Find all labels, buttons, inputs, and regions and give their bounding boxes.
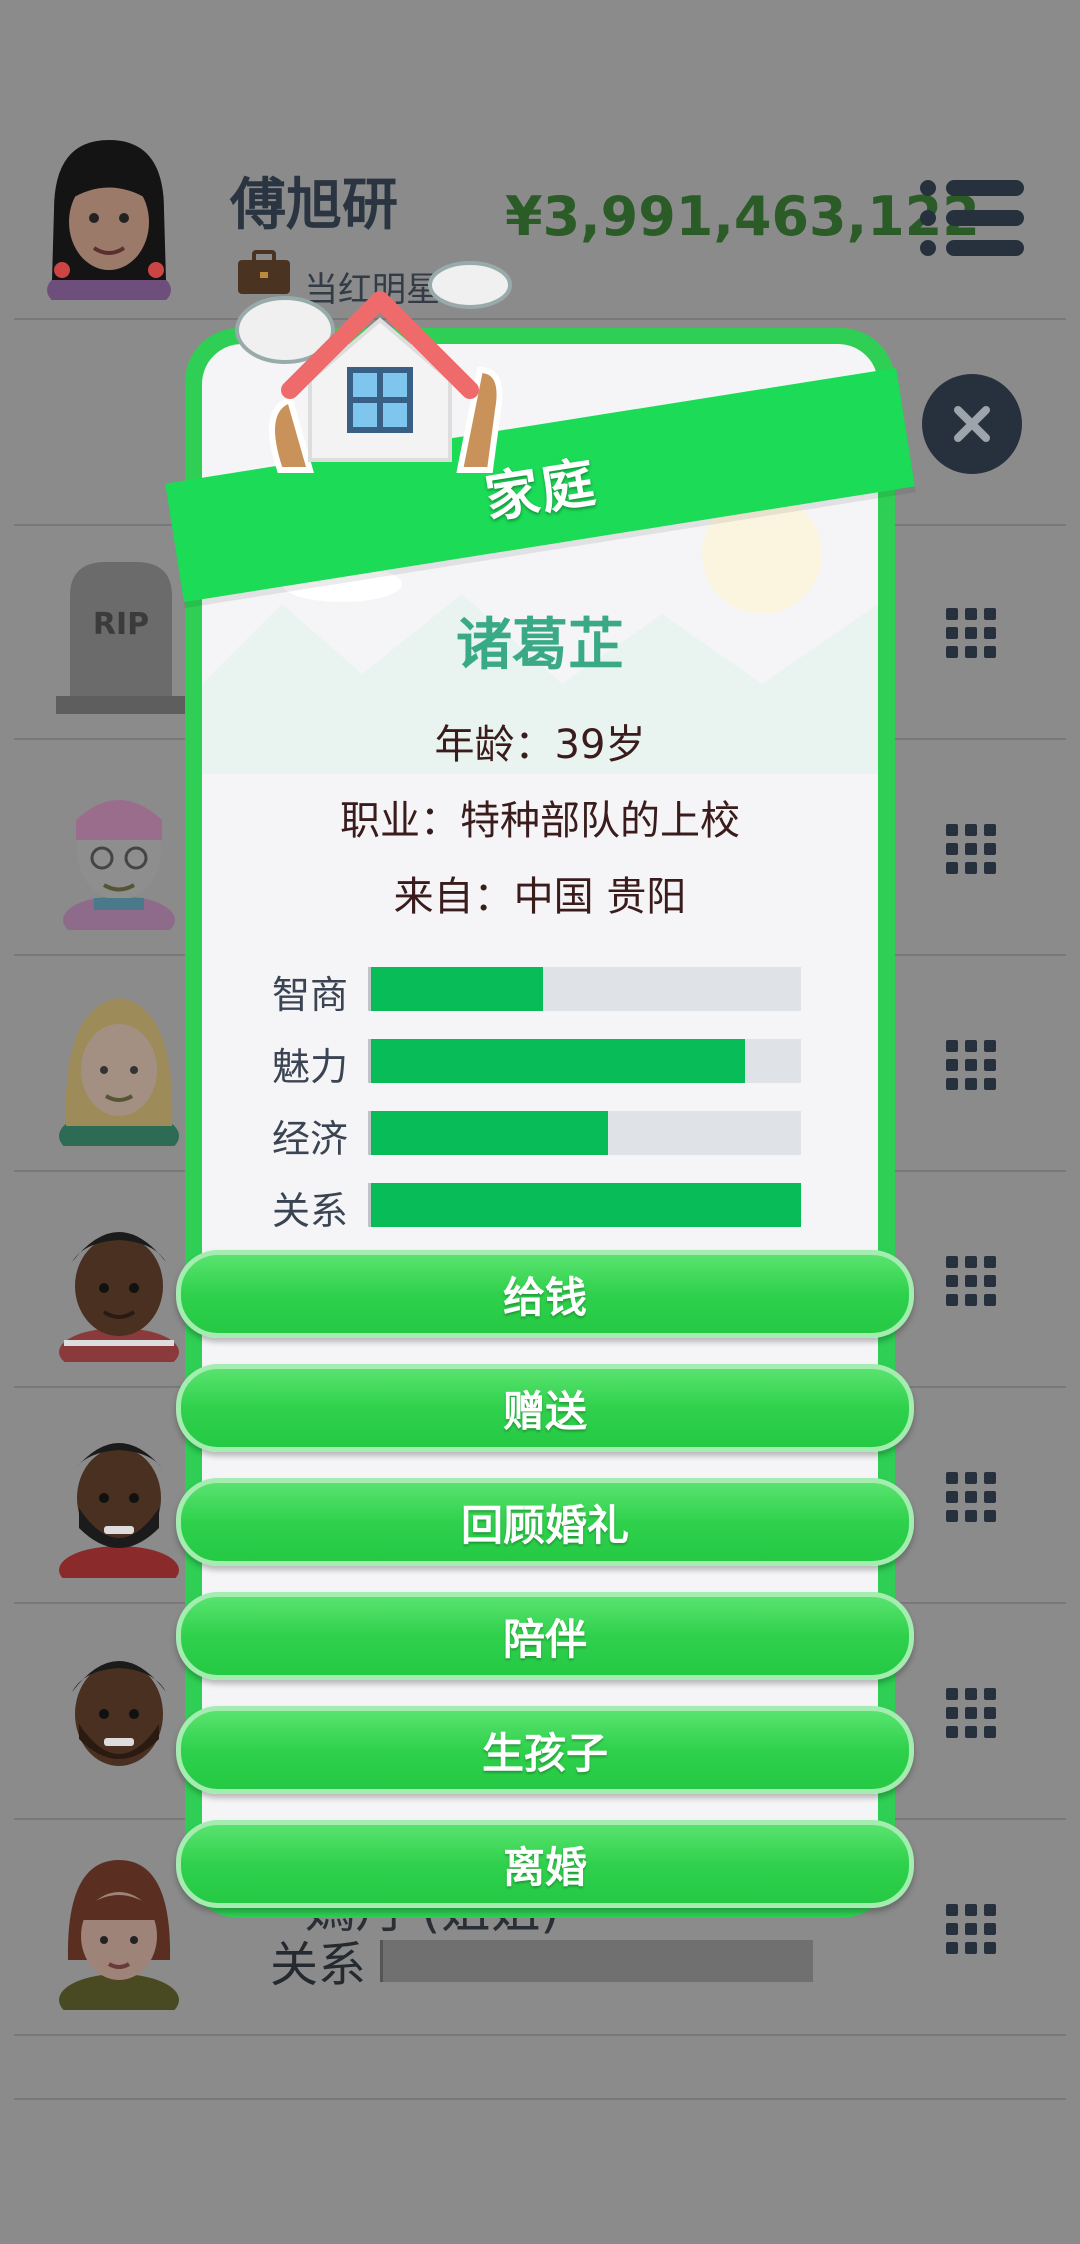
spouse-age: 年龄：39岁 [434, 722, 646, 768]
accompany-label: 陪伴 [502, 1614, 587, 1664]
review-wedding-label: 回顾婚礼 [460, 1500, 629, 1550]
spouse-name: 诸葛芷 [456, 613, 624, 678]
stat-fill-iq [371, 967, 543, 1011]
have-child-button[interactable]: 生孩子 [176, 1706, 914, 1794]
relation-bar [380, 1940, 813, 1982]
stat-bar-iq [368, 967, 801, 1011]
options-grid-icon[interactable] [946, 1040, 996, 1090]
options-grid-icon[interactable] [946, 1688, 996, 1738]
family-avatar [59, 1443, 179, 1578]
review-wedding-button[interactable]: 回顾婚礼 [176, 1478, 914, 1566]
stat-fill-charm [371, 1039, 746, 1083]
give-money-label: 给钱 [502, 1272, 587, 1322]
spouse-origin: 来自：中国 贵阳 [393, 874, 687, 920]
family-avatar [59, 1232, 179, 1362]
svg-text:RIP: RIP [93, 607, 149, 642]
row-divider [14, 2098, 1066, 2100]
family-avatar [63, 800, 175, 930]
options-grid-icon[interactable] [946, 608, 996, 658]
give-money-button[interactable]: 给钱 [176, 1250, 914, 1338]
family-avatar [59, 998, 179, 1146]
stat-fill-relation [371, 1183, 801, 1227]
gift-button[interactable]: 赠送 [176, 1364, 914, 1452]
divorce-label: 离婚 [502, 1842, 587, 1892]
stat-fill-economy [371, 1111, 608, 1155]
player-avatar [47, 140, 171, 300]
options-grid-icon[interactable] [946, 824, 996, 874]
options-grid-icon[interactable] [946, 1472, 996, 1522]
stat-bar-economy [368, 1111, 801, 1155]
player-name: 傅旭研 [230, 173, 398, 238]
close-icon [954, 406, 990, 442]
stat-label-iq: 智商 [272, 973, 349, 1017]
money-balance: ¥3,991,463,122 [505, 185, 980, 248]
divorce-button[interactable]: 离婚 [176, 1820, 914, 1908]
stat-label-charm: 魅力 [272, 1045, 349, 1089]
have-child-label: 生孩子 [481, 1728, 608, 1778]
family-avatar [59, 1860, 179, 2010]
stat-label-economy: 经济 [272, 1117, 349, 1161]
options-grid-icon[interactable] [946, 1904, 996, 1954]
options-grid-icon[interactable] [946, 1256, 996, 1306]
row-divider [14, 2034, 1066, 2036]
family-avatar [72, 1661, 166, 1766]
gift-label: 赠送 [502, 1386, 587, 1436]
row-divider [14, 318, 1066, 320]
house-icon [235, 261, 512, 473]
relation-label: 关系 [270, 1937, 367, 1993]
menu-icon[interactable] [918, 178, 1026, 258]
stat-label-relation: 关系 [272, 1189, 349, 1233]
close-button[interactable] [922, 374, 1022, 474]
stat-bar-relation [368, 1183, 801, 1227]
stat-bar-charm [368, 1039, 801, 1083]
spouse-job: 职业：特种部队的上校 [340, 798, 740, 844]
accompany-button[interactable]: 陪伴 [176, 1592, 914, 1680]
tombstone-icon: RIP [56, 562, 186, 714]
